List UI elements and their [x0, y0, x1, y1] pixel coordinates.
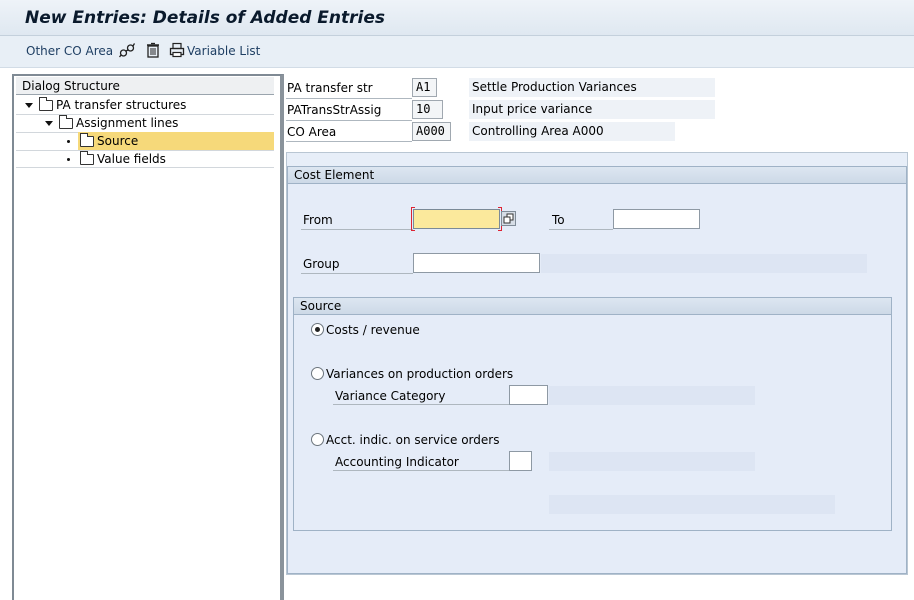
printer-icon[interactable] [169, 42, 185, 58]
variance-category-label: Variance Category [335, 389, 446, 403]
glasses-icon[interactable] [119, 42, 135, 58]
multiple-selection-icon[interactable] [501, 211, 516, 226]
open-folder-icon [80, 132, 94, 147]
variances-production-orders-label: Variances on production orders [326, 367, 514, 381]
application-toolbar [0, 36, 914, 68]
from-input[interactable] [413, 209, 500, 229]
tree-item-value-fields[interactable]: Value fields [67, 150, 166, 168]
accounting-indicator-label: Accounting Indicator [335, 455, 459, 469]
group-description-area [541, 254, 867, 273]
tree-item-source[interactable]: Source [67, 132, 138, 150]
cost-element-title: Cost Element [288, 167, 906, 184]
folder-icon [59, 114, 73, 129]
trash-icon[interactable] [145, 42, 161, 58]
costs-revenue-label: Costs / revenue [326, 323, 420, 337]
accounting-indicator-input[interactable] [509, 451, 532, 471]
variance-category-input[interactable] [509, 385, 548, 405]
pa-transfer-str-description: Settle Production Variances [469, 78, 715, 97]
co-area-label: CO Area [287, 125, 337, 139]
expand-caret-icon[interactable] [45, 120, 53, 126]
expand-caret-icon[interactable] [25, 102, 33, 108]
page-title: New Entries: Details of Added Entries [25, 8, 386, 28]
variable-list-button[interactable]: Variable List [187, 44, 260, 58]
pa-transfer-str-field[interactable]: A1 [412, 78, 437, 97]
tree-item-label: Assignment lines [76, 116, 179, 130]
to-input[interactable] [613, 209, 700, 229]
bullet-icon [67, 157, 70, 161]
folder-icon [39, 96, 53, 111]
tree-item-label: Value fields [97, 152, 166, 166]
co-area-description: Controlling Area A000 [469, 122, 675, 141]
pa-trans-str-assig-description: Input price variance [469, 100, 715, 119]
tree-item-label: Source [97, 134, 139, 148]
pa-trans-str-assig-label: PATransStrAssig [287, 103, 382, 117]
accounting-indicator-description-area [549, 452, 755, 471]
acct-indic-service-orders-radio[interactable] [311, 433, 324, 446]
variance-category-description-area [549, 386, 755, 405]
dialog-structure-header: Dialog Structure [16, 77, 274, 95]
to-label: To [552, 213, 565, 227]
tree-item-label: PA transfer structures [56, 98, 187, 112]
group-label: Group [303, 257, 340, 271]
tree-item-pa-transfer-structures[interactable]: PA transfer structures [25, 96, 186, 114]
from-label: From [303, 213, 333, 227]
co-area-field[interactable]: A000 [412, 122, 451, 141]
pa-trans-str-assig-field[interactable]: 10 [412, 100, 443, 119]
additional-description-area [549, 495, 835, 514]
pa-transfer-str-label: PA transfer str [287, 81, 373, 95]
variances-production-orders-radio[interactable] [311, 367, 324, 380]
source-title: Source [294, 298, 891, 315]
other-co-area-button[interactable]: Other CO Area [26, 44, 113, 58]
tree-item-assignment-lines[interactable]: Assignment lines [45, 114, 178, 132]
group-input[interactable] [413, 253, 540, 273]
folder-icon [80, 150, 94, 165]
bullet-icon [67, 139, 70, 143]
acct-indic-service-orders-label: Acct. indic. on service orders [326, 433, 500, 447]
costs-revenue-radio[interactable] [311, 323, 324, 336]
